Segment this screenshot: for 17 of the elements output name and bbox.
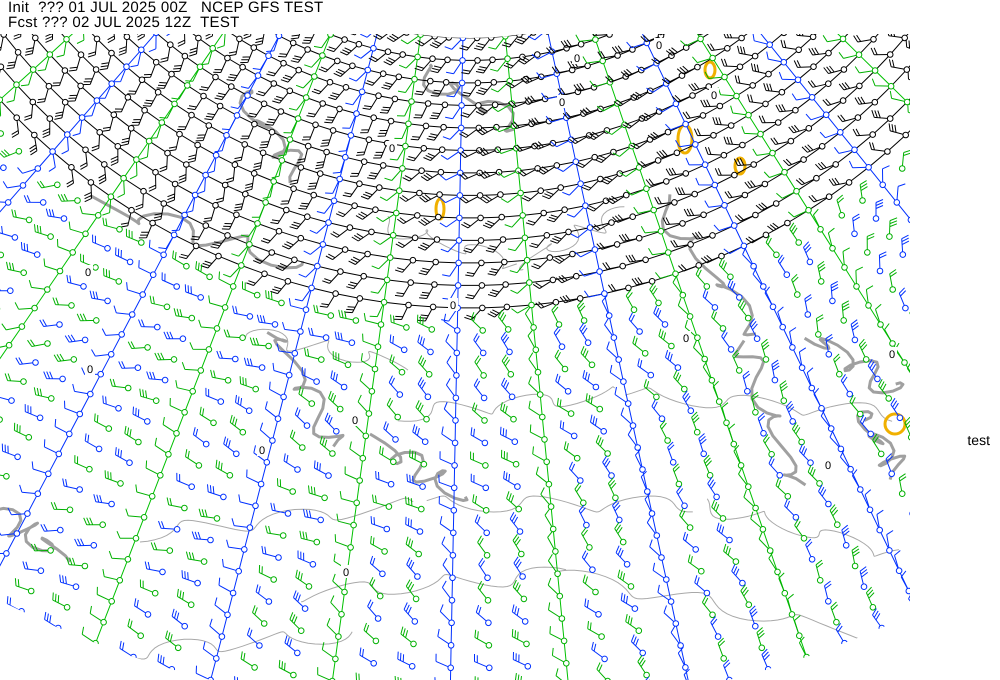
contour-label: 0 (888, 349, 896, 361)
forecast-time-label: Fcst ??? 02 JUL 2025 12Z TEST (8, 15, 241, 30)
contour-label: 0 (450, 300, 456, 312)
contour-label: 0 (388, 143, 396, 155)
contour-label: 0 (86, 364, 94, 376)
init-time-label: Init ??? 01 JUL 2025 00Z NCEP GFS TEST (8, 0, 325, 15)
contour-label: 0 (558, 97, 566, 109)
contour-label: 0 (710, 90, 718, 102)
contour-label: 0 (824, 460, 832, 472)
side-label: test (967, 432, 990, 449)
contour-label: 0 (682, 333, 690, 345)
contour-label: 0 (656, 40, 662, 52)
contour-label: 0 (342, 567, 350, 579)
contour-label: 0 (352, 415, 358, 427)
contour-label: 0 (84, 267, 92, 279)
contour-label: 0 (258, 445, 266, 457)
contour-label: 0 (574, 53, 580, 65)
